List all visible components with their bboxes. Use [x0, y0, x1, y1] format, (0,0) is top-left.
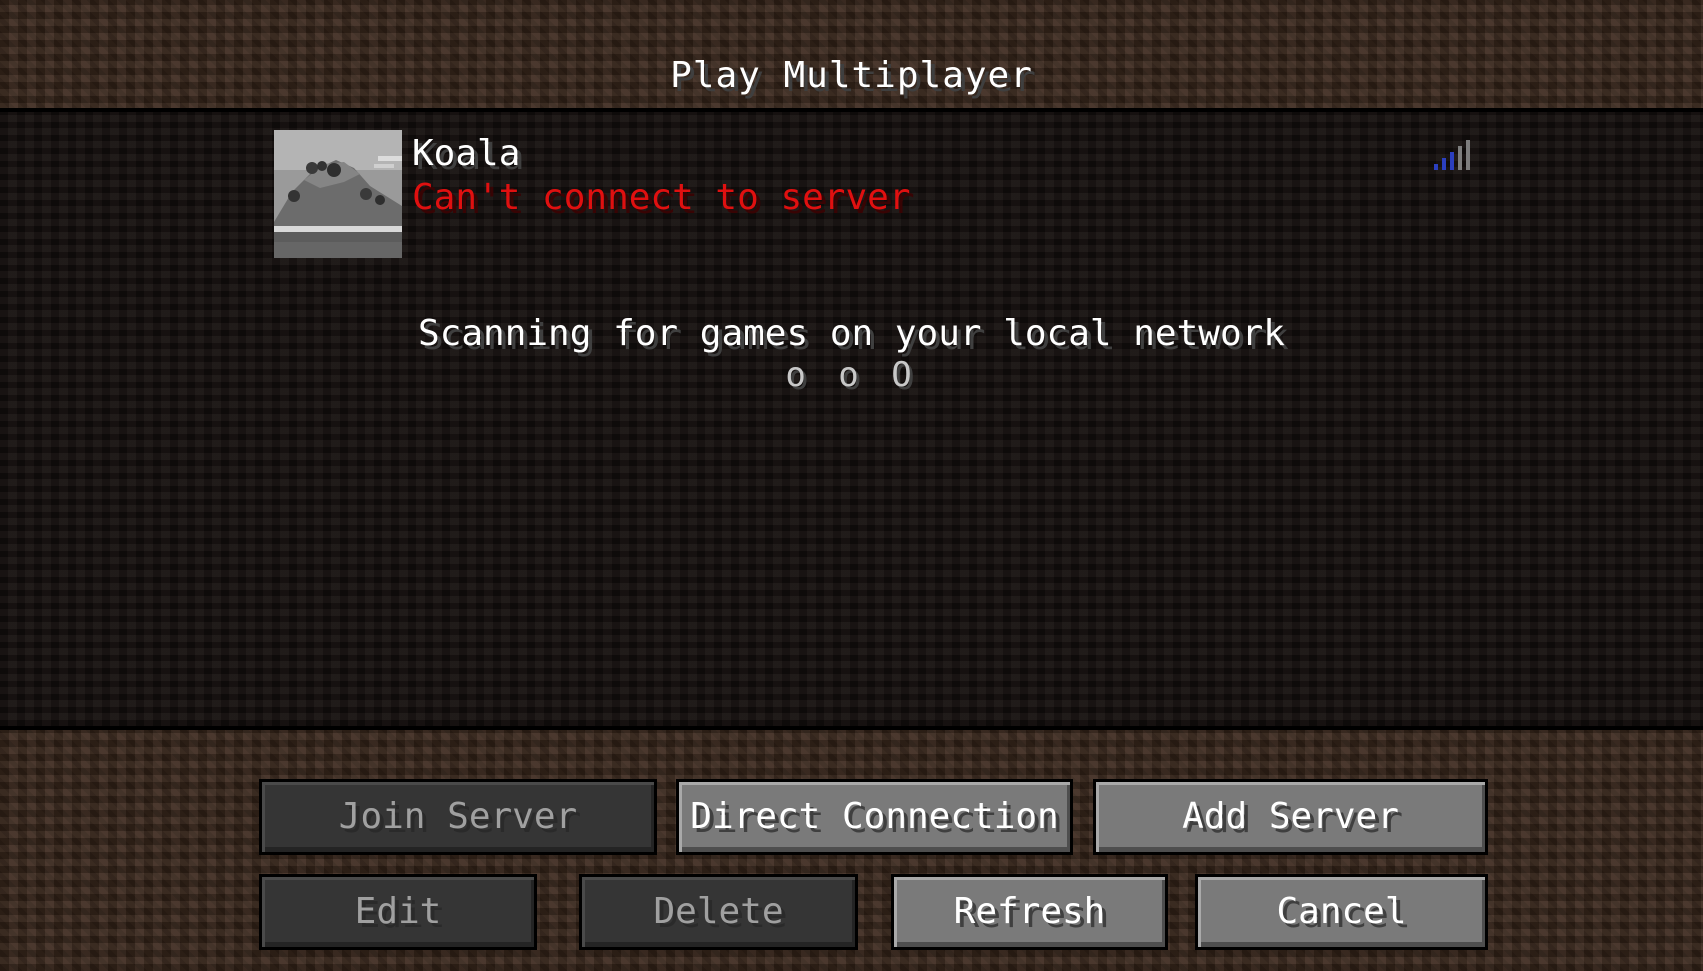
server-status: Can't connect to server: [412, 177, 911, 218]
edit-button[interactable]: Edit: [259, 874, 537, 950]
lan-scan-text: Scanning for games on your local network: [418, 313, 1285, 354]
lan-scan-indicator: o o O: [785, 355, 918, 395]
direct-connection-button[interactable]: Direct Connection: [676, 779, 1073, 855]
add-server-button[interactable]: Add Server: [1093, 779, 1488, 855]
server-name: Koala: [412, 133, 521, 174]
refresh-button[interactable]: Refresh: [891, 874, 1168, 950]
cancel-button[interactable]: Cancel: [1195, 874, 1488, 950]
server-thumbnail-image: [274, 130, 402, 258]
join-server-button[interactable]: Join Server: [259, 779, 657, 855]
server-list[interactable]: Koala Can't connect to server Scanning f…: [0, 108, 1703, 730]
delete-button[interactable]: Delete: [579, 874, 858, 950]
server-thumbnail: [274, 130, 402, 258]
server-entry[interactable]: Koala Can't connect to server: [274, 130, 1474, 258]
page-title: Play Multiplayer: [670, 55, 1033, 96]
header-bar: Play Multiplayer: [0, 0, 1703, 108]
signal-bars-icon: [1434, 140, 1474, 170]
